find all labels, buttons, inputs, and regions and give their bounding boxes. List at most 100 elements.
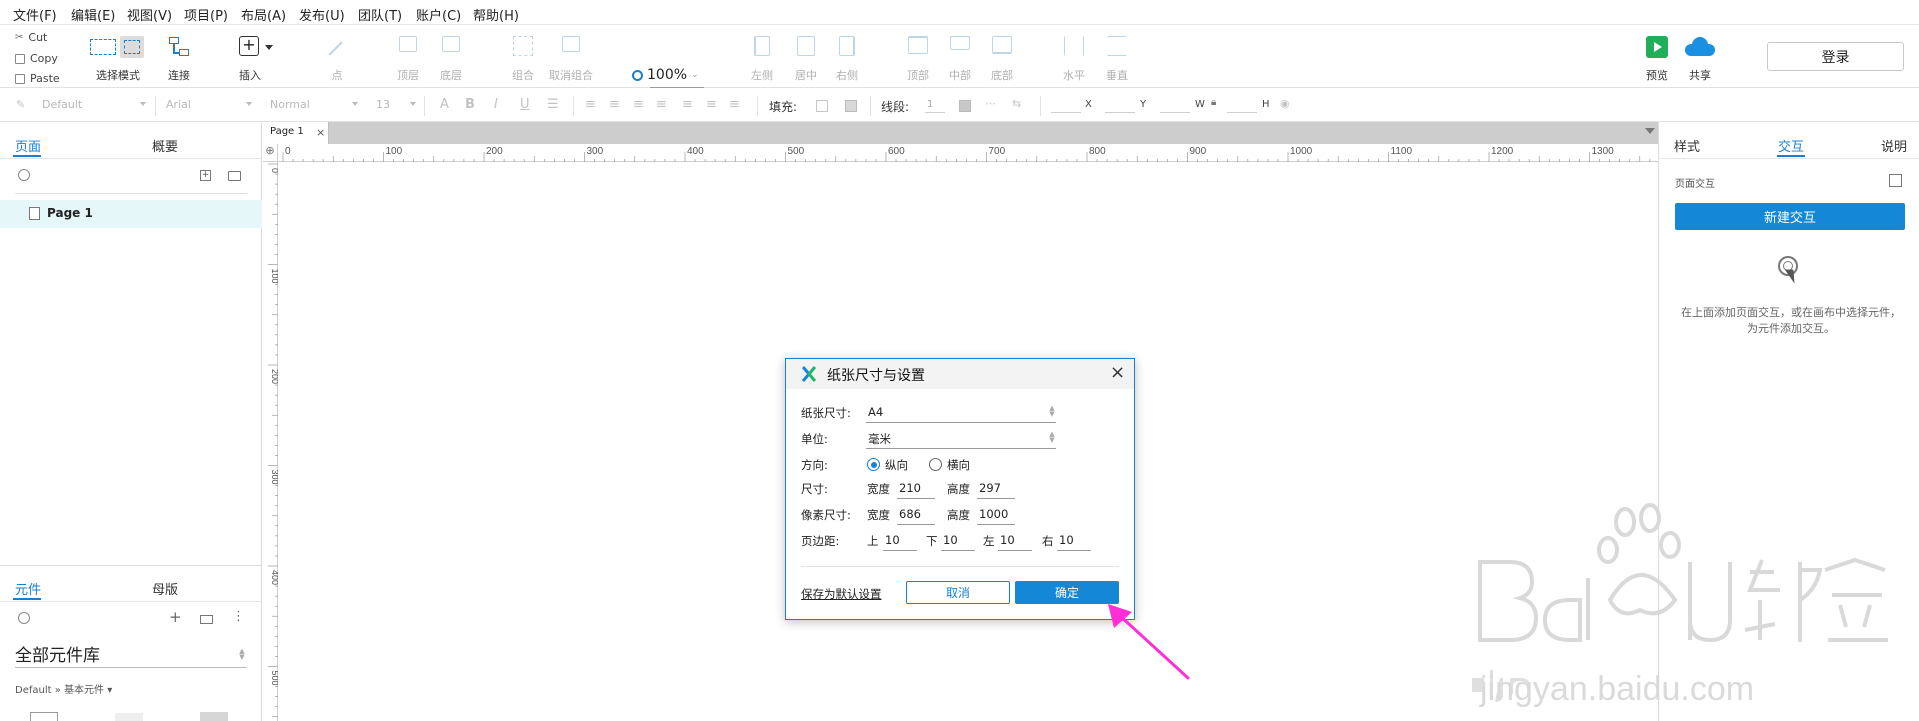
italic-icon[interactable]: I [494,97,498,112]
portrait-radio[interactable] [867,458,880,471]
connect-button[interactable]: 连接 [147,25,211,88]
text-align-right-icon[interactable]: ≡ [633,97,644,112]
align-bottom-button[interactable]: 底部 [970,25,1034,88]
point-button[interactable]: 点 [305,25,369,88]
add-folder-icon[interactable] [228,171,241,181]
text-align-left-icon[interactable]: ≡ [585,97,596,112]
shadow-swatch[interactable] [845,100,857,112]
cancel-button[interactable]: 取消 [906,581,1010,604]
underline-icon[interactable]: U [520,97,530,112]
page-tab[interactable]: Page 1 × [263,122,329,144]
paste-button[interactable]: Paste [15,72,60,85]
widget-placeholder-thumb[interactable] [200,712,228,721]
unit-select[interactable]: 毫米 [868,431,891,447]
bullet-list-icon[interactable]: ☰ [547,97,559,112]
cut-button[interactable]: ✂ Cut [15,31,47,44]
tab-widgets[interactable]: 元件 [15,579,41,598]
annotation-arrow-icon [1108,604,1190,680]
font-color-icon[interactable]: A [440,97,449,112]
tab-notes[interactable]: 说明 [1881,136,1907,155]
text-align-center-icon[interactable]: ≡ [609,97,620,112]
tab-interaction[interactable]: 交互 [1778,136,1804,155]
menu-layout[interactable]: 布局(A) [241,5,286,24]
menu-help[interactable]: 帮助(H) [473,5,519,24]
valign-bottom-icon[interactable]: ≡ [729,97,740,112]
new-interaction-button[interactable]: 新建交互 [1675,203,1905,230]
tab-style[interactable]: 样式 [1674,136,1700,155]
menu-file[interactable]: 文件(F) [13,5,57,24]
ruler-label: 300 [587,146,604,157]
w-input[interactable] [1160,112,1190,113]
pixel-width-input[interactable]: 686 [899,507,921,521]
interaction-manager-icon[interactable] [1889,174,1902,187]
select-mode-button[interactable]: 选择模式 [86,25,150,88]
menu-account[interactable]: 账户(C) [416,5,461,24]
search-icon[interactable] [18,612,30,624]
h-input[interactable] [1227,112,1257,113]
arrow-style-icon[interactable]: ⇆ [1012,97,1021,110]
ruler-label: 400 [687,146,704,157]
library-underline [15,667,247,668]
close-icon[interactable]: × [316,126,325,139]
copy-button[interactable]: Copy [15,52,58,65]
page-list-item[interactable]: Page 1 [0,200,262,228]
align-bottom-icon [992,36,1012,54]
margin-left-input[interactable]: 10 [1000,533,1015,547]
format-painter-icon[interactable]: ✎ [16,98,25,111]
save-default-link[interactable]: 保存为默认设置 [801,586,882,602]
library-breadcrumb[interactable]: Default » 基本元件 ▾ [15,681,112,696]
y-input[interactable] [1105,112,1135,113]
distribute-vertical-button[interactable]: 垂直 [1085,25,1149,88]
valign-top-icon[interactable]: ≡ [682,97,693,112]
visibility-eye-icon[interactable]: ◉ [1280,97,1290,110]
size-width-input[interactable]: 210 [899,481,921,495]
line-width-input[interactable]: 1 [927,99,933,110]
library-select[interactable]: 全部元件库 [15,641,100,666]
x-input[interactable] [1051,112,1081,113]
library-import-icon[interactable] [200,615,213,624]
menu-project[interactable]: 项目(P) [184,5,228,24]
style-select[interactable]: Default [42,98,82,111]
more-options-icon[interactable]: ⋮ [232,609,245,624]
paper-size-select[interactable]: A4 [868,405,883,419]
menu-edit[interactable]: 编辑(E) [71,5,115,24]
share-label: 共享 [1689,69,1711,82]
tab-masters[interactable]: 母版 [152,579,178,598]
align-right-button[interactable]: 右侧 [815,25,879,88]
tab-outline[interactable]: 概要 [152,136,178,155]
margin-bottom-input[interactable]: 10 [943,533,958,547]
text-justify-icon[interactable]: ≡ [656,97,667,112]
search-icon[interactable] [18,169,30,181]
close-icon[interactable]: × [1110,362,1125,383]
landscape-radio[interactable] [929,458,942,471]
tab-pages[interactable]: 页面 [15,136,41,155]
font-select[interactable]: Arial [166,98,191,111]
fill-color-swatch[interactable] [816,100,828,112]
line-color-swatch[interactable] [959,100,971,112]
ungroup-button[interactable]: 取消组合 [538,25,604,88]
share-button[interactable]: 共享 [1668,25,1732,88]
font-weight-select[interactable]: Normal [270,98,310,111]
widget-image-thumb[interactable] [115,713,143,721]
insert-button[interactable]: + 插入 [225,25,289,88]
add-page-icon[interactable]: + [200,170,211,181]
widget-rectangle-thumb[interactable] [30,712,58,721]
login-button[interactable]: 登录 [1767,42,1904,71]
pixel-height-input[interactable]: 1000 [979,507,1008,521]
bold-icon[interactable]: B [465,97,475,112]
ruler-origin-icon[interactable]: ⊕ [263,144,278,162]
size-height-input[interactable]: 297 [979,481,1001,495]
font-size-select[interactable]: 13 [376,98,390,111]
line-pattern-icon[interactable]: ⋯ [985,97,996,110]
margin-right-input[interactable]: 10 [1059,533,1074,547]
menu-team[interactable]: 团队(T) [358,5,402,24]
zoom-select[interactable]: 100% ⌄ [632,67,699,83]
lock-icon[interactable]: 🔒︎ [1211,97,1216,108]
menu-view[interactable]: 视图(V) [127,5,172,24]
bottom-layer-button[interactable]: 底层 [419,25,483,88]
add-library-icon[interactable]: + [169,608,182,626]
valign-middle-icon[interactable]: ≡ [706,97,717,112]
margin-top-input[interactable]: 10 [885,533,900,547]
chevron-down-icon[interactable] [1645,128,1655,134]
menu-publish[interactable]: 发布(U) [299,5,345,24]
